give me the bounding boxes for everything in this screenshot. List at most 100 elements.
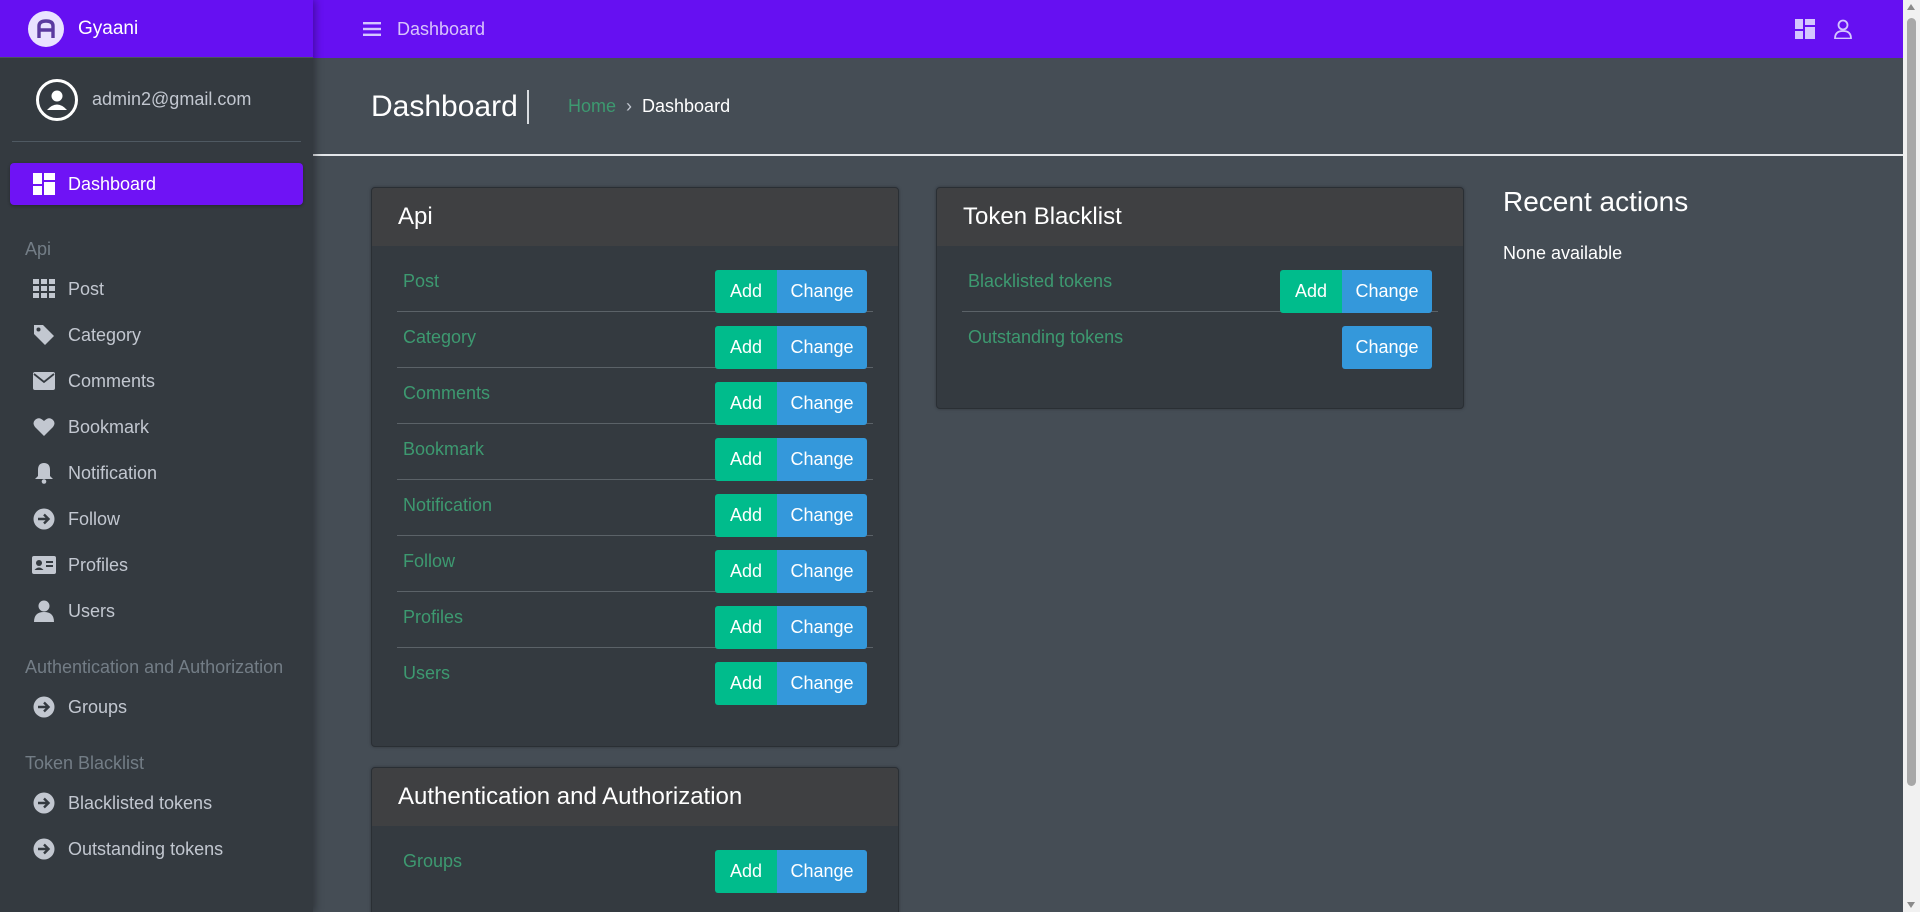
change-post-button[interactable]: Change bbox=[777, 270, 867, 313]
change-blacklisted-token-button[interactable]: Change bbox=[1342, 270, 1432, 313]
user-email: admin2@gmail.com bbox=[92, 89, 252, 109]
model-link-category[interactable]: Category bbox=[403, 327, 476, 348]
model-link-users[interactable]: Users bbox=[403, 663, 450, 684]
sidebar-item-post[interactable]: Post bbox=[10, 266, 303, 312]
add-blacklisted-token-button[interactable]: Add bbox=[1280, 270, 1342, 313]
sidebar-item-profiles[interactable]: Profiles bbox=[10, 542, 303, 588]
model-link-notification[interactable]: Notification bbox=[403, 495, 492, 516]
sidebar-item-bookmark[interactable]: Bookmark bbox=[10, 404, 303, 450]
page-title: Dashboard bbox=[371, 90, 518, 123]
table-row: Notification Add Change bbox=[397, 480, 873, 537]
brand-title: Gyaani bbox=[78, 17, 139, 39]
grid-icon bbox=[32, 277, 56, 301]
token-card-body: Blacklisted tokens Add Change Outstanding… bbox=[937, 246, 1463, 369]
model-link-outstanding-tokens[interactable]: Outstanding tokens bbox=[968, 327, 1123, 348]
sidebar-item-notification[interactable]: Notification bbox=[10, 450, 303, 496]
breadcrumb-separator: › bbox=[626, 96, 633, 116]
scroll-down-arrow-icon[interactable] bbox=[1907, 902, 1915, 908]
sidebar-header-api: Api bbox=[25, 239, 52, 259]
user-avatar-icon bbox=[36, 78, 78, 121]
page-scrollbar[interactable] bbox=[1903, 0, 1920, 912]
hamburger-icon[interactable] bbox=[361, 18, 383, 40]
scroll-up-arrow-icon[interactable] bbox=[1907, 4, 1915, 10]
arrow-circle-icon bbox=[32, 507, 56, 531]
sidebar-item-follow[interactable]: Follow bbox=[10, 496, 303, 542]
model-link-bookmark[interactable]: Bookmark bbox=[403, 439, 484, 460]
scroll-thumb[interactable] bbox=[1907, 18, 1916, 786]
change-follow-button[interactable]: Change bbox=[777, 550, 867, 593]
table-row: Comments Add Change bbox=[397, 368, 873, 425]
model-link-comments[interactable]: Comments bbox=[403, 383, 490, 404]
topbar-right bbox=[1795, 19, 1853, 44]
add-notification-button[interactable]: Add bbox=[715, 494, 777, 537]
model-link-groups[interactable]: Groups bbox=[403, 851, 462, 872]
user-outline-icon[interactable] bbox=[1833, 19, 1853, 44]
add-post-button[interactable]: Add bbox=[715, 270, 777, 313]
add-users-button[interactable]: Add bbox=[715, 662, 777, 705]
sidebar: Gyaani admin2@gmail.com Dashboard Api Po… bbox=[0, 0, 313, 912]
bell-icon bbox=[32, 461, 56, 485]
sidebar-item-label: Blacklisted tokens bbox=[68, 792, 213, 813]
sidebar-nav: Dashboard Api Post Category Comments Boo… bbox=[0, 163, 313, 872]
change-users-button[interactable]: Change bbox=[777, 662, 867, 705]
topbar-dashboard-link[interactable]: Dashboard bbox=[397, 19, 485, 40]
sidebar-item-label: Outstanding tokens bbox=[68, 838, 224, 859]
change-category-button[interactable]: Change bbox=[777, 326, 867, 369]
sidebar-item-outstanding-tokens[interactable]: Outstanding tokens bbox=[10, 826, 303, 872]
add-profiles-button[interactable]: Add bbox=[715, 606, 777, 649]
sidebar-item-label: Comments bbox=[68, 370, 156, 391]
change-comments-button[interactable]: Change bbox=[777, 382, 867, 425]
sidebar-item-category[interactable]: Category bbox=[10, 312, 303, 358]
layout-grid-icon[interactable] bbox=[1795, 19, 1815, 44]
sidebar-item-comments[interactable]: Comments bbox=[10, 358, 303, 404]
table-row: Follow Add Change bbox=[397, 536, 873, 593]
dashboard-grid-icon bbox=[32, 172, 56, 196]
breadcrumb-current: Dashboard bbox=[642, 96, 731, 116]
add-comments-button[interactable]: Add bbox=[715, 382, 777, 425]
card-title: Authentication and Authorization bbox=[372, 768, 898, 826]
breadcrumb-home-link[interactable]: Home bbox=[568, 96, 616, 117]
model-link-post[interactable]: Post bbox=[403, 271, 439, 292]
header-divider bbox=[527, 90, 529, 124]
heart-icon bbox=[32, 415, 56, 439]
card-title: Token Blacklist bbox=[937, 188, 1463, 246]
model-link-profiles[interactable]: Profiles bbox=[403, 607, 463, 628]
sidebar-item-users[interactable]: Users bbox=[10, 588, 303, 634]
envelope-icon bbox=[32, 369, 56, 393]
user-panel[interactable]: admin2@gmail.com bbox=[12, 58, 301, 142]
change-groups-button[interactable]: Change bbox=[777, 850, 867, 893]
add-groups-button[interactable]: Add bbox=[715, 850, 777, 893]
change-profiles-button[interactable]: Change bbox=[777, 606, 867, 649]
change-notification-button[interactable]: Change bbox=[777, 494, 867, 537]
sidebar-item-dashboard[interactable]: Dashboard bbox=[10, 163, 303, 205]
brand-logo-icon bbox=[28, 10, 64, 47]
sidebar-header-auth: Authentication and Authorization bbox=[25, 657, 284, 677]
sidebar-item-label: Follow bbox=[68, 508, 121, 529]
sidebar-item-blacklisted-tokens[interactable]: Blacklisted tokens bbox=[10, 780, 303, 826]
arrow-circle-icon bbox=[32, 837, 56, 861]
sidebar-item-label: Users bbox=[68, 600, 116, 621]
topbar: Dashboard bbox=[313, 0, 1903, 58]
model-link-blacklisted-tokens[interactable]: Blacklisted tokens bbox=[968, 271, 1112, 292]
recent-actions-title: Recent actions bbox=[1503, 186, 1689, 217]
api-card-body: Post Add Change Category Add Change Commen… bbox=[372, 246, 898, 705]
brand-link[interactable]: Gyaani bbox=[0, 0, 313, 58]
change-outstanding-token-button[interactable]: Change bbox=[1342, 326, 1432, 369]
user-icon bbox=[32, 599, 56, 623]
content-header: Dashboard Home › Dashboard bbox=[313, 58, 1903, 156]
sidebar-item-label: Notification bbox=[68, 462, 158, 483]
auth-card: Authentication and Authorization Groups … bbox=[371, 767, 899, 912]
table-row: Post Add Change bbox=[397, 256, 873, 313]
add-follow-button[interactable]: Add bbox=[715, 550, 777, 593]
sidebar-item-groups[interactable]: Groups bbox=[10, 684, 303, 730]
add-category-button[interactable]: Add bbox=[715, 326, 777, 369]
model-link-follow[interactable]: Follow bbox=[403, 551, 455, 572]
arrow-circle-icon bbox=[32, 791, 56, 815]
sidebar-item-label: Category bbox=[68, 324, 142, 345]
sidebar-item-label: Post bbox=[68, 278, 105, 299]
table-row: Profiles Add Change bbox=[397, 592, 873, 649]
sidebar-item-label: Bookmark bbox=[68, 416, 150, 437]
change-bookmark-button[interactable]: Change bbox=[777, 438, 867, 481]
add-bookmark-button[interactable]: Add bbox=[715, 438, 777, 481]
sidebar-item-label: Profiles bbox=[68, 554, 129, 575]
